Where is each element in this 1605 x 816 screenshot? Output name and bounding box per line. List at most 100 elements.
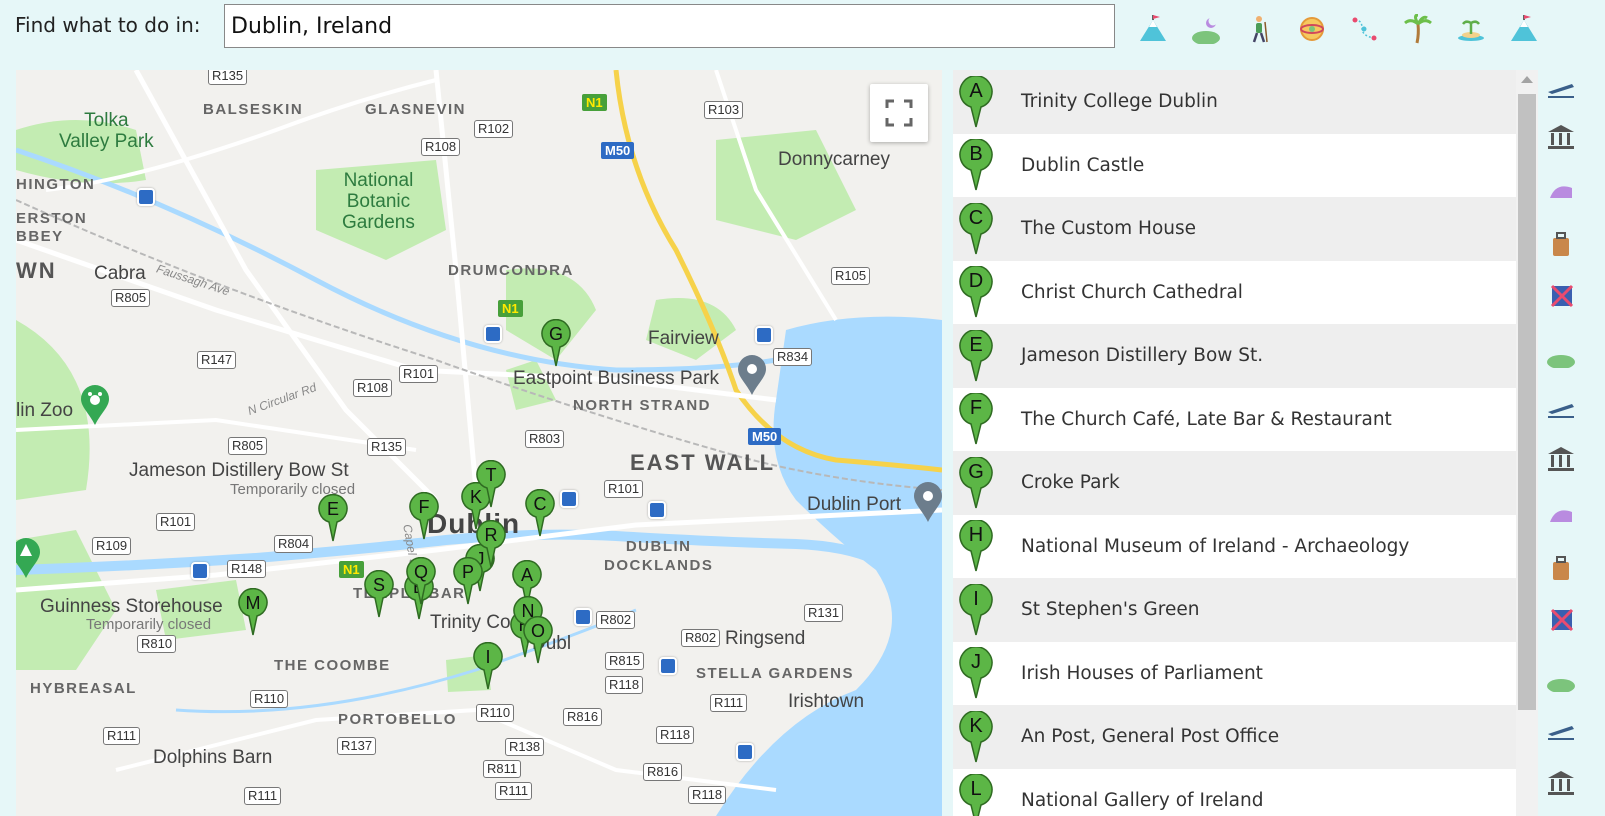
map-pin-q[interactable]: Q <box>406 556 436 605</box>
palm-tree-icon[interactable] <box>1391 8 1444 50</box>
results-scrollbar[interactable] <box>1516 70 1538 816</box>
park-marker-icon <box>16 538 40 578</box>
map-label-trinity: Trinity Co <box>430 612 511 633</box>
road-badge: R804 <box>274 535 314 553</box>
list-item[interactable]: L National Gallery of Ireland <box>953 768 1516 816</box>
road-badge: R111 <box>244 787 282 805</box>
luggage-icon[interactable] <box>1546 230 1576 260</box>
airplane-icon[interactable] <box>1546 714 1576 744</box>
list-item[interactable]: E Jameson Distillery Bow St. <box>953 324 1516 388</box>
road-badge: R101 <box>156 513 196 531</box>
map-pin-s[interactable]: S <box>364 569 394 618</box>
list-item[interactable]: C The Custom House <box>953 197 1516 261</box>
flag-icon[interactable] <box>1546 606 1576 636</box>
train-station-icon <box>560 490 578 508</box>
list-item[interactable]: A Trinity College Dublin <box>953 70 1516 134</box>
place-name: Irish Houses of Parliament <box>1021 662 1263 684</box>
pin-h-icon: H <box>959 519 1005 572</box>
train-station-icon <box>191 562 209 580</box>
map-pin-c[interactable]: C <box>525 488 555 537</box>
map-pin-f[interactable]: F <box>409 491 439 540</box>
road-badge: R802 <box>596 611 636 629</box>
national-route-badge: N1 <box>582 94 607 111</box>
airplane-icon[interactable] <box>1546 392 1576 422</box>
find-label: Find what to do in: <box>15 13 201 37</box>
museum-icon[interactable] <box>1546 444 1576 474</box>
scroll-thumb[interactable] <box>1518 94 1536 710</box>
road-badge: R805 <box>111 289 151 307</box>
airplane-icon[interactable] <box>1546 72 1576 102</box>
pin-b-icon: B <box>959 138 1005 191</box>
road-badge: R148 <box>227 560 267 578</box>
hill-icon[interactable] <box>1546 338 1576 368</box>
map-pin-g[interactable]: G <box>541 318 571 367</box>
map-label-erston: ERSTON BBEY <box>16 210 88 245</box>
opera-icon[interactable] <box>1546 498 1576 528</box>
map-label-botanic-gardens: National Botanic Gardens <box>342 170 415 233</box>
flag-icon[interactable] <box>1546 282 1576 312</box>
mountain-flag-icon[interactable] <box>1497 8 1550 50</box>
map-view[interactable]: BALSESKIN GLASNEVIN Tolka Valley Park HI… <box>16 70 942 816</box>
map-label-stella-gardens: STELLA GARDENS <box>696 665 854 682</box>
map-pin-m[interactable]: M <box>238 587 268 636</box>
map-pin-o[interactable]: O <box>523 615 553 664</box>
list-item[interactable]: I St Stephen's Green <box>953 578 1516 642</box>
hiker-icon[interactable] <box>1232 8 1285 50</box>
national-route-badge: N1 <box>498 300 523 317</box>
luggage-icon[interactable] <box>1546 554 1576 584</box>
train-station-icon <box>648 501 666 519</box>
fullscreen-icon <box>885 99 913 127</box>
location-search-input[interactable] <box>224 4 1115 48</box>
list-item[interactable]: K An Post, General Post Office <box>953 705 1516 769</box>
place-name: Jameson Distillery Bow St. <box>1021 345 1264 367</box>
road-badge: R110 <box>250 690 289 708</box>
road-badge: R118 <box>688 786 727 804</box>
mountain-flag-icon[interactable] <box>1126 8 1179 50</box>
side-icon-strip <box>1546 70 1605 816</box>
road-badge: R105 <box>831 267 871 285</box>
road-badge: R816 <box>563 708 603 726</box>
pin-k-icon: K <box>959 709 1005 763</box>
list-item[interactable]: H National Museum of Ireland - Archaeolo… <box>953 514 1516 578</box>
map-label-jameson: Jameson Distillery Bow St <box>129 460 349 481</box>
list-item[interactable]: B Dublin Castle <box>953 133 1516 197</box>
map-label-hington: HINGTON <box>16 176 96 193</box>
map-label-the-coombe: THE COOMBE <box>274 657 391 674</box>
list-item[interactable]: J Irish Houses of Parliament <box>953 641 1516 705</box>
map-label-docklands: DUBLIN DOCKLANDS <box>604 538 714 574</box>
map-pin-e[interactable]: E <box>318 493 348 542</box>
results-list[interactable]: A Trinity College Dublin B Dublin Castle… <box>953 70 1516 816</box>
island-icon[interactable] <box>1444 8 1497 50</box>
train-station-icon <box>659 657 677 675</box>
pin-a-icon: A <box>959 74 1005 128</box>
train-station-icon <box>484 325 502 343</box>
road-badge: R135 <box>367 438 407 456</box>
map-label-glasnevin: GLASNEVIN <box>365 101 467 118</box>
globe-icon[interactable] <box>1285 8 1338 50</box>
train-station-icon <box>736 743 754 761</box>
map-pin-i[interactable]: I <box>473 641 503 690</box>
opera-icon[interactable] <box>1546 174 1576 204</box>
place-name: St Stephen's Green <box>1021 599 1200 621</box>
motorway-badge: M50 <box>601 142 635 159</box>
moon-hill-icon[interactable] <box>1179 8 1232 50</box>
map-label-hybreasal: HYBREASAL <box>30 680 137 697</box>
scroll-up-arrow-icon[interactable] <box>1521 76 1533 83</box>
fullscreen-button[interactable] <box>870 84 928 142</box>
road-badge: R118 <box>656 726 695 744</box>
road-badge: R101 <box>399 365 439 383</box>
road-badge: R108 <box>353 379 393 397</box>
museum-icon[interactable] <box>1546 122 1576 152</box>
map-pin-t[interactable]: T <box>476 459 506 508</box>
pin-i-icon: I <box>959 582 1005 636</box>
hill-icon[interactable] <box>1546 662 1576 692</box>
list-item[interactable]: G Croke Park <box>953 451 1516 515</box>
map-label-temp-closed-guinness: Temporarily closed <box>86 616 212 633</box>
list-item[interactable]: D Christ Church Cathedral <box>953 260 1516 324</box>
map-pin-r[interactable]: R <box>476 519 506 568</box>
map-label-north-strand: NORTH STRAND <box>573 397 711 414</box>
list-item[interactable]: F The Church Café, Late Bar & Restaurant <box>953 387 1516 451</box>
place-name: An Post, General Post Office <box>1021 726 1280 748</box>
route-icon[interactable] <box>1338 8 1391 50</box>
museum-icon[interactable] <box>1546 768 1576 798</box>
